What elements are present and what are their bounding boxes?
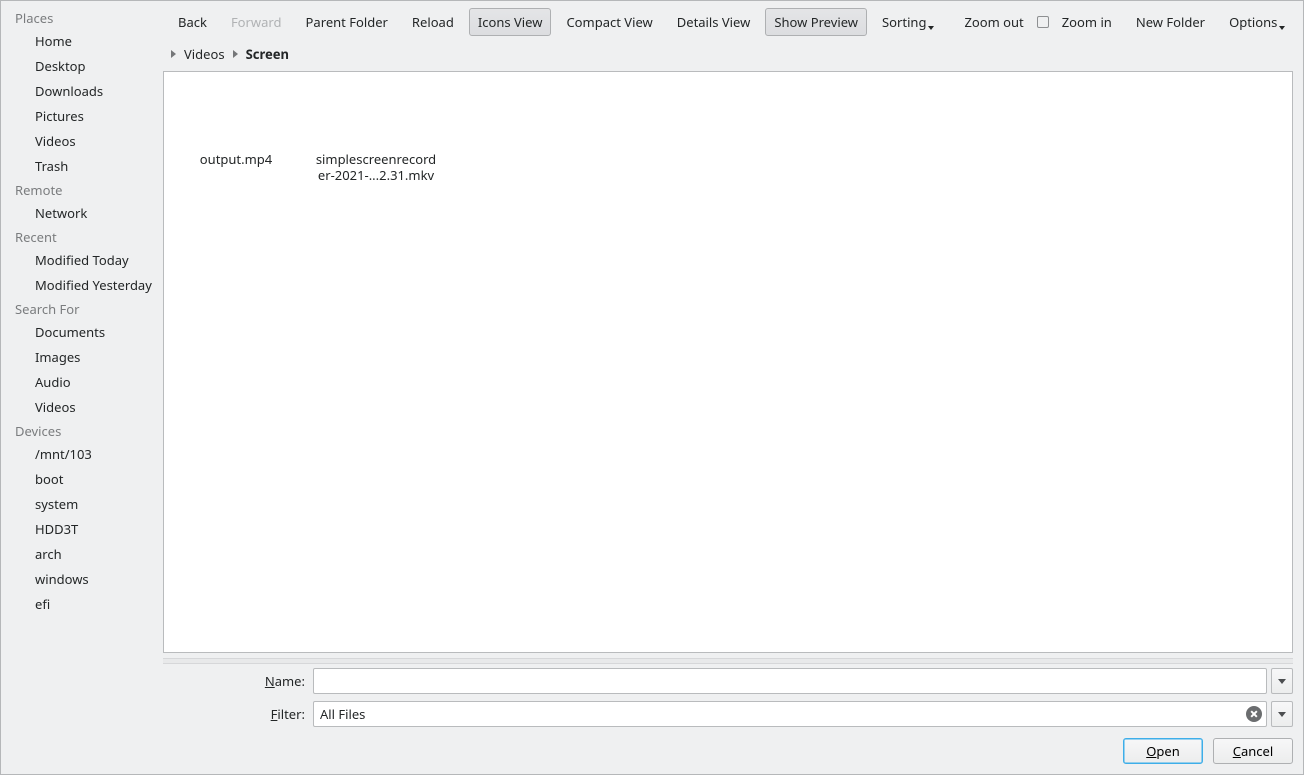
- name-row: Name:: [157, 664, 1303, 697]
- open-button[interactable]: Open: [1123, 738, 1203, 764]
- sidebar-item-efi[interactable]: efi: [1, 592, 157, 617]
- sidebar-item-audio[interactable]: Audio: [1, 370, 157, 395]
- new-folder-button[interactable]: New Folder: [1127, 8, 1214, 36]
- sidebar-item-mnt103[interactable]: /mnt/103: [1, 442, 157, 467]
- compact-view-button[interactable]: Compact View: [557, 8, 661, 36]
- searchfor-header: Search For: [1, 298, 157, 320]
- video-file-icon: [204, 78, 268, 150]
- devices-header: Devices: [1, 420, 157, 442]
- details-view-button[interactable]: Details View: [668, 8, 760, 36]
- name-history-dropdown[interactable]: [1271, 668, 1293, 694]
- file-area[interactable]: output.mp4 simplescreenrecorder-2021-...…: [163, 71, 1293, 653]
- back-button[interactable]: Back: [169, 8, 216, 36]
- file-label: output.mp4: [197, 150, 275, 168]
- places-header: Places: [1, 7, 157, 29]
- cancel-button[interactable]: Cancel: [1213, 738, 1293, 764]
- parent-folder-button[interactable]: Parent Folder: [297, 8, 397, 36]
- chevron-right-icon: [233, 50, 238, 58]
- sidebar-item-trash[interactable]: Trash: [1, 154, 157, 179]
- zoom-in-button[interactable]: Zoom in: [1053, 8, 1121, 36]
- breadcrumb-item-current[interactable]: Screen: [244, 45, 291, 63]
- filter-label: Filter:: [157, 705, 313, 723]
- remote-header: Remote: [1, 179, 157, 201]
- filter-dropdown[interactable]: [1271, 701, 1293, 727]
- sidebar-item-desktop[interactable]: Desktop: [1, 54, 157, 79]
- filter-row: Filter: All Files: [157, 697, 1303, 730]
- sidebar-item-hdd3t[interactable]: HDD3T: [1, 517, 157, 542]
- icons-pane: output.mp4 simplescreenrecorder-2021-...…: [164, 72, 1292, 190]
- show-preview-button[interactable]: Show Preview: [765, 8, 867, 36]
- breadcrumb: Videos Screen: [157, 43, 1303, 65]
- chevron-right-icon: [171, 50, 176, 58]
- chevron-down-icon: [1278, 679, 1286, 684]
- reload-button[interactable]: Reload: [403, 8, 463, 36]
- file-dialog: Places Home Desktop Downloads Pictures V…: [0, 0, 1304, 775]
- toolbar: Back Forward Parent Folder Reload Icons …: [157, 1, 1303, 43]
- file-item[interactable]: simplescreenrecorder-2021-...2.31.mkv: [310, 78, 442, 184]
- filter-value: All Files: [320, 705, 1246, 723]
- name-input[interactable]: [313, 668, 1267, 694]
- places-panel: Places Home Desktop Downloads Pictures V…: [1, 1, 157, 774]
- file-label: simplescreenrecorder-2021-...2.31.mkv: [312, 150, 440, 184]
- sidebar-item-home[interactable]: Home: [1, 29, 157, 54]
- sidebar-item-system[interactable]: system: [1, 492, 157, 517]
- breadcrumb-item-videos[interactable]: Videos: [182, 45, 227, 63]
- sidebar-item-images[interactable]: Images: [1, 345, 157, 370]
- file-item[interactable]: output.mp4: [170, 78, 302, 168]
- sorting-button[interactable]: Sorting: [873, 8, 943, 36]
- sidebar-item-videos[interactable]: Videos: [1, 129, 157, 154]
- sidebar-item-boot[interactable]: boot: [1, 467, 157, 492]
- sidebar-item-windows[interactable]: windows: [1, 567, 157, 592]
- recent-header: Recent: [1, 226, 157, 248]
- chevron-down-icon: [1278, 712, 1286, 717]
- video-file-icon: [344, 78, 408, 150]
- filter-combo[interactable]: All Files: [313, 701, 1267, 727]
- options-button[interactable]: Options: [1220, 8, 1294, 36]
- sidebar-item-documents[interactable]: Documents: [1, 320, 157, 345]
- sidebar-item-search-videos[interactable]: Videos: [1, 395, 157, 420]
- sidebar-item-network[interactable]: Network: [1, 201, 157, 226]
- clear-filter-icon[interactable]: [1246, 706, 1262, 722]
- sidebar-item-modified-yesterday[interactable]: Modified Yesterday: [1, 273, 157, 298]
- name-label: Name:: [157, 672, 313, 690]
- sidebar-item-downloads[interactable]: Downloads: [1, 79, 157, 104]
- sidebar-item-arch[interactable]: arch: [1, 542, 157, 567]
- forward-button: Forward: [222, 8, 291, 36]
- zoom-out-button[interactable]: Zoom out: [955, 8, 1032, 36]
- icons-view-button[interactable]: Icons View: [469, 8, 552, 36]
- dialog-buttons: Open Cancel: [157, 730, 1303, 774]
- main-area: Back Forward Parent Folder Reload Icons …: [157, 1, 1303, 774]
- sidebar-item-pictures[interactable]: Pictures: [1, 104, 157, 129]
- sidebar-item-modified-today[interactable]: Modified Today: [1, 248, 157, 273]
